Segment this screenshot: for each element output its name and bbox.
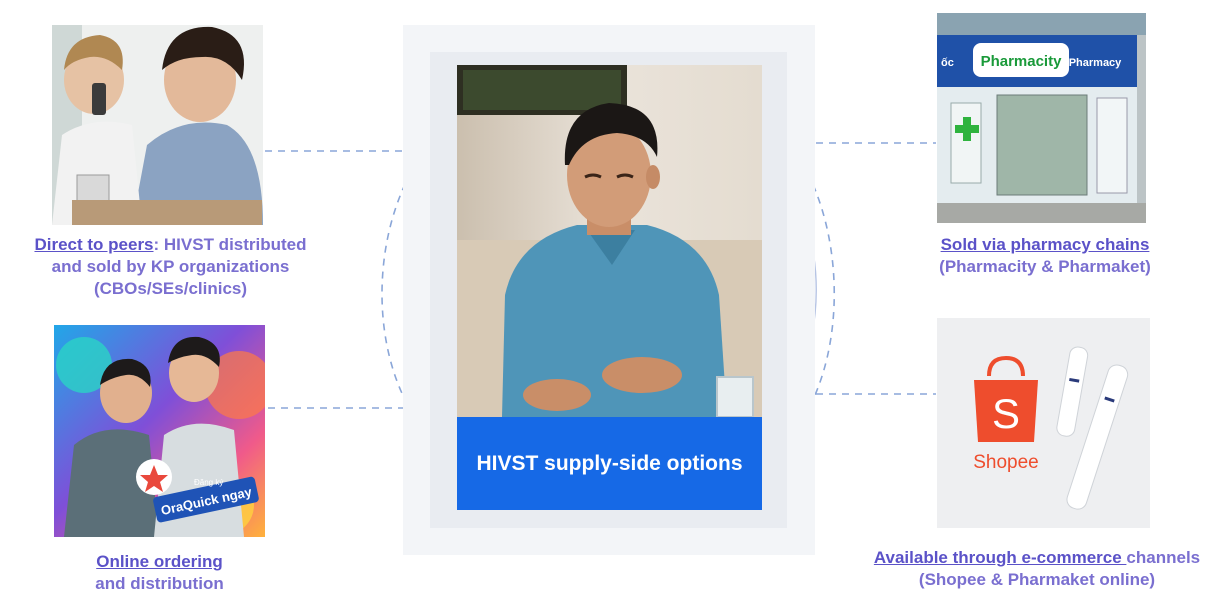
caption-pharmacy: Sold via pharmacy chains (Pharmacity & P… — [900, 234, 1190, 278]
pharmacy-sign-left: ốc — [941, 57, 954, 69]
peers-line2: and sold by KP organizations — [51, 257, 290, 276]
center-photo — [457, 65, 762, 417]
caption-peers: Direct to peers: HIVST distributed and s… — [8, 234, 333, 300]
shopee-bag-letter: S — [992, 390, 1020, 437]
pharmacy-sign-brand: Pharmacity — [981, 53, 1063, 70]
peers-link[interactable]: Direct to peers — [34, 235, 153, 254]
banner-title: HIVST supply-side options — [476, 451, 743, 475]
ecommerce-link-channels[interactable]: channels — [1126, 548, 1200, 567]
peers-photo — [52, 25, 263, 225]
shopee-photo: S Shopee — [937, 318, 1150, 528]
center-banner: HIVST supply-side options — [457, 417, 762, 510]
promo-small-text: Đăng ký — [194, 478, 223, 487]
online-link[interactable]: Online ordering — [54, 551, 265, 573]
online-line2: and distribution — [95, 574, 224, 593]
pharmacy-line2: (Pharmacity & Pharmaket) — [939, 257, 1151, 276]
ecommerce-line2: (Shopee & Pharmaket online) — [918, 570, 1156, 589]
peers-line1: : HIVST distributed — [153, 235, 307, 254]
caption-ecommerce: Available through e-commerce channels (S… — [848, 547, 1226, 591]
caption-online: Online ordering and distribution — [54, 551, 265, 595]
shopee-wordmark: Shopee — [973, 452, 1039, 473]
ecommerce-link[interactable]: Available through e-commerce — [874, 548, 1127, 567]
pharmacy-link[interactable]: Sold via pharmacy chains — [900, 234, 1190, 256]
pharmacy-sign-side: Pharmacy — [1069, 57, 1122, 69]
peers-line3: (CBOs/SEs/clinics) — [93, 279, 248, 298]
pharmacy-photo: Pharmacity Pharmacy ốc — [937, 13, 1146, 223]
online-photo: OraQuick ngay Đăng ký — [54, 325, 265, 537]
